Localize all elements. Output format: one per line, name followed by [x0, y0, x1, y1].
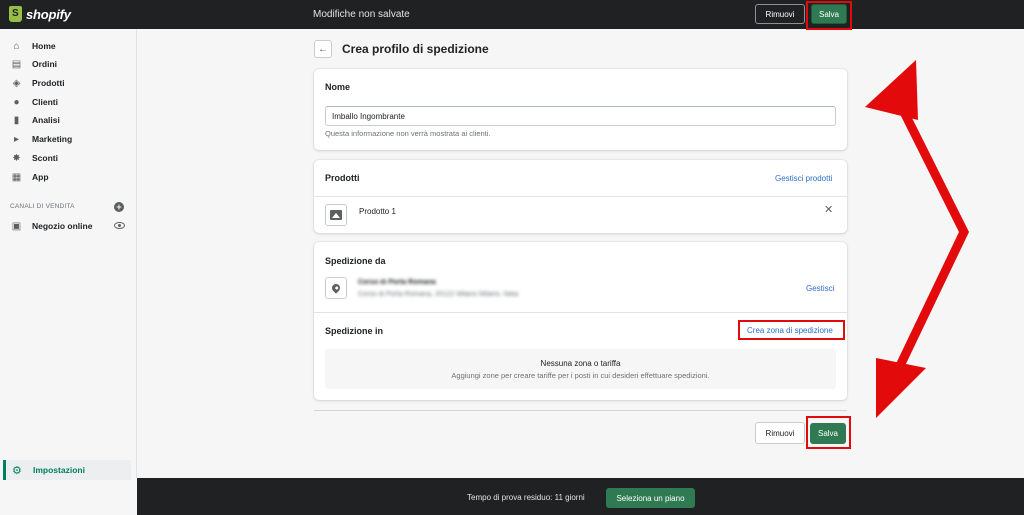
sidebar-item-label: Marketing [32, 134, 73, 144]
sidebar-item-analytics[interactable]: ▮ Analisi [0, 111, 137, 129]
bar-chart-icon: ▮ [13, 114, 20, 126]
manage-products-link[interactable]: Gestisci prodotti [775, 174, 832, 183]
products-card-title: Prodotti [325, 173, 360, 183]
arrow-head-bottom [876, 358, 926, 418]
orders-icon: ▤ [11, 58, 22, 70]
trial-banner: Tempo di prova residuo: 11 giorni Selezi… [137, 478, 1024, 515]
products-card: Prodotti Gestisci prodotti Prodotto 1 ✕ [314, 160, 847, 233]
discard-button-bottom[interactable]: Rimuovi [755, 422, 805, 444]
shopify-bag-icon [9, 6, 22, 22]
unsaved-changes-title: Modifiche non salvate [313, 9, 410, 20]
sidebar-item-apps[interactable]: ▦ App [0, 168, 137, 186]
location-name: Corso di Porta Romana [358, 279, 436, 286]
sidebar-item-label: Sconti [32, 153, 58, 163]
location-thumbnail [325, 277, 347, 299]
tag-icon: ◈ [12, 77, 21, 89]
product-name: Prodotto 1 [359, 207, 396, 216]
empty-state-title: Nessuna zona o tariffa [540, 359, 621, 368]
home-icon: ⌂ [13, 40, 20, 52]
sidebar-item-label: Impostazioni [33, 465, 85, 475]
sidebar-item-label: Negozio online [32, 221, 93, 231]
sidebar-item-label: Analisi [32, 115, 60, 125]
location-pin-icon [330, 282, 342, 294]
brand-name: shopify [26, 6, 71, 22]
sidebar-item-label: Home [32, 41, 56, 51]
sidebar-item-discounts[interactable]: ✸ Sconti [0, 149, 137, 167]
sidebar-item-settings[interactable]: ⚙ Impostazioni [3, 460, 131, 480]
sidebar-item-label: Clienti [32, 97, 58, 107]
store-icon: ▣ [11, 220, 22, 232]
arrow-left-icon: ← [318, 43, 328, 55]
person-icon: ● [13, 96, 20, 108]
card-divider [314, 312, 847, 313]
sidebar-item-label: App [32, 172, 49, 182]
sidebar-item-orders[interactable]: ▤ Ordini [0, 55, 137, 73]
sidebar-item-label: Ordini [32, 59, 58, 69]
shipping-card: Spedizione da Corso di Porta Romana Cors… [314, 242, 847, 400]
trial-remaining-text: Tempo di prova residuo: 11 giorni [467, 493, 585, 502]
megaphone-icon: ▸ [13, 133, 20, 145]
arrow-head-top [865, 60, 918, 120]
empty-zones-state: Nessuna zona o tariffa Aggiungi zone per… [325, 349, 836, 389]
footer-divider [314, 410, 847, 411]
select-plan-button[interactable]: Seleziona un piano [606, 488, 695, 508]
sidebar-item-label: Prodotti [32, 78, 65, 88]
shopify-logo[interactable]: shopify [9, 6, 71, 22]
sidebar-item-customers[interactable]: ● Clienti [0, 93, 137, 111]
sales-channels-heading: CANALI DI VENDITA [10, 203, 75, 210]
name-card-title: Nome [325, 82, 351, 92]
discard-button[interactable]: Rimuovi [755, 4, 805, 24]
profile-name-input[interactable] [325, 106, 836, 126]
sidebar-item-home[interactable]: ⌂ Home [0, 37, 137, 55]
create-shipping-zone-link[interactable]: Crea zona di spedizione [747, 326, 833, 335]
top-bar: shopify Modifiche non salvate [0, 0, 1024, 29]
name-card: Nome Questa informazione non verrà mostr… [314, 69, 847, 150]
add-channel-icon[interactable]: + [114, 202, 124, 212]
manage-location-link[interactable]: Gestisci [806, 284, 834, 293]
sidebar: ⌂ Home ▤ Ordini ◈ Prodotti ● Clienti ▮ A… [0, 29, 137, 478]
shipping-to-title: Spedizione in [325, 326, 384, 336]
annotation-double-arrow-icon [865, 60, 970, 418]
discount-icon: ✸ [12, 152, 21, 164]
page-title: Crea profilo di spedizione [342, 42, 489, 56]
location-address: Corso di Porta Romana, 20122 Milano Mila… [358, 291, 519, 298]
sidebar-item-marketing[interactable]: ▸ Marketing [0, 130, 137, 148]
product-thumbnail [325, 204, 347, 226]
arrow-shaft [893, 97, 970, 372]
eye-icon[interactable] [114, 222, 125, 229]
remove-product-close-icon[interactable]: ✕ [824, 203, 833, 216]
card-divider [314, 196, 847, 197]
sidebar-item-products[interactable]: ◈ Prodotti [0, 74, 137, 92]
gear-icon: ⚙ [12, 464, 22, 477]
image-icon [330, 210, 342, 220]
save-button-bottom[interactable]: Salva [810, 423, 846, 444]
apps-icon: ▦ [11, 171, 22, 183]
empty-state-description: Aggiungi zone per creare tariffe per i p… [451, 371, 710, 380]
name-help-text: Questa informazione non verrà mostrata a… [325, 129, 491, 138]
shipping-from-title: Spedizione da [325, 256, 386, 266]
back-button[interactable]: ← [314, 40, 332, 58]
save-button[interactable]: Salva [811, 4, 847, 24]
